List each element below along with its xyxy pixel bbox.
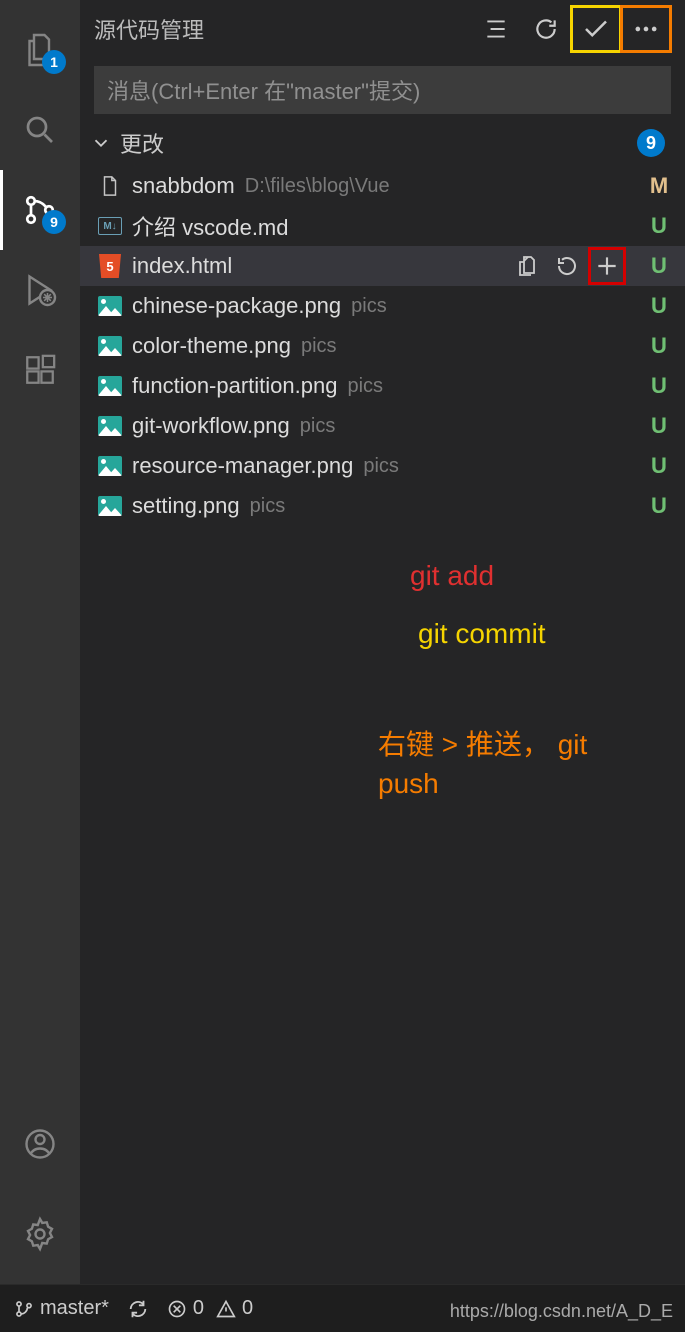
file-name: color-theme.png	[132, 333, 291, 359]
branch-name: master*	[40, 1297, 109, 1320]
file-name: snabbdom	[132, 173, 235, 199]
file-name: git-workflow.png	[132, 413, 290, 439]
activity-bar: 1 9	[0, 0, 80, 1284]
changes-label: 更改	[120, 127, 164, 159]
search-icon	[22, 112, 58, 148]
file-path: pics	[347, 375, 383, 398]
file-row[interactable]: resource-manager.png pics U	[80, 446, 685, 486]
scm-toolbar	[471, 6, 671, 52]
scm-title: 源代码管理	[94, 13, 465, 45]
file-path: pics	[351, 295, 387, 318]
branch-icon	[14, 1299, 34, 1319]
file-status: M	[647, 173, 671, 199]
file-name: resource-manager.png	[132, 453, 353, 479]
scm-panel: 源代码管理 消息(Ctrl+Enter 在"master"提交) 更改	[80, 0, 685, 1284]
changes-section-header[interactable]: 更改 9	[80, 120, 685, 166]
file-status: U	[647, 373, 671, 399]
changes-count-badge: 9	[637, 129, 665, 157]
activity-explorer[interactable]: 1	[0, 10, 80, 90]
file-name: setting.png	[132, 493, 240, 519]
file-file-icon	[98, 174, 122, 198]
error-count: 0	[193, 1297, 204, 1320]
file-status: U	[647, 213, 671, 239]
warning-icon	[216, 1299, 236, 1319]
status-branch[interactable]: master*	[14, 1297, 109, 1320]
changes-file-list: snabbdom D:\files\blog\Vue M M↓ 介绍 vscode.md…	[80, 166, 685, 526]
refresh-button[interactable]	[521, 6, 571, 52]
discard-icon	[555, 254, 579, 278]
file-path: D:\files\blog\Vue	[245, 175, 390, 198]
file-status: U	[647, 493, 671, 519]
check-icon	[581, 14, 611, 44]
file-name: chinese-package.png	[132, 293, 341, 319]
stage-changes-button[interactable]	[589, 248, 625, 284]
file-path: pics	[301, 335, 337, 358]
file-row[interactable]: setting.png pics U	[80, 486, 685, 526]
file-row[interactable]: 5 index.html U	[80, 246, 685, 286]
img-file-icon	[98, 294, 122, 318]
file-row[interactable]: color-theme.png pics U	[80, 326, 685, 366]
refresh-icon	[533, 16, 559, 42]
activity-search[interactable]	[0, 90, 80, 170]
file-status: U	[647, 333, 671, 359]
file-row[interactable]: snabbdom D:\files\blog\Vue M	[80, 166, 685, 206]
activity-settings[interactable]	[0, 1194, 80, 1274]
commit-button[interactable]	[571, 6, 621, 52]
file-row[interactable]: M↓ 介绍 vscode.md U	[80, 206, 685, 246]
scm-header: 源代码管理	[80, 0, 685, 58]
activity-debug[interactable]	[0, 250, 80, 330]
status-sync[interactable]	[127, 1298, 149, 1320]
annotation-git-add: git add	[410, 560, 494, 592]
img-file-icon	[98, 494, 122, 518]
account-icon	[22, 1126, 58, 1162]
goto-file-icon	[515, 254, 539, 278]
file-status: U	[647, 293, 671, 319]
file-row[interactable]: function-partition.png pics U	[80, 366, 685, 406]
img-file-icon	[98, 334, 122, 358]
scm-badge: 9	[42, 210, 66, 234]
md-file-icon: M↓	[98, 214, 122, 238]
warning-count: 0	[242, 1297, 253, 1320]
plus-icon	[594, 253, 620, 279]
watermark: https://blog.csdn.net/A_D_E	[450, 1301, 673, 1322]
annotation-git-push: 右键 > 推送， git push	[378, 725, 598, 803]
img-file-icon	[98, 414, 122, 438]
explorer-badge: 1	[42, 50, 66, 74]
file-status: U	[647, 453, 671, 479]
file-name: index.html	[132, 253, 232, 279]
chevron-down-icon	[90, 132, 112, 154]
sync-icon	[127, 1298, 149, 1320]
file-row[interactable]: git-workflow.png pics U	[80, 406, 685, 446]
gear-icon	[22, 1216, 58, 1252]
debug-icon	[22, 272, 58, 308]
file-status: U	[647, 413, 671, 439]
commit-message-input[interactable]: 消息(Ctrl+Enter 在"master"提交)	[94, 66, 671, 114]
activity-scm[interactable]: 9	[0, 170, 80, 250]
file-path: pics	[363, 455, 399, 478]
file-path: pics	[250, 495, 286, 518]
status-problems[interactable]: 0 0	[167, 1297, 253, 1320]
annotation-git-commit: git commit	[418, 618, 546, 650]
file-row[interactable]: chinese-package.png pics U	[80, 286, 685, 326]
open-file-button[interactable]	[509, 248, 545, 284]
img-file-icon	[98, 374, 122, 398]
view-tree-button[interactable]	[471, 6, 521, 52]
activity-accounts[interactable]	[0, 1104, 80, 1184]
extensions-icon	[23, 353, 57, 387]
file-name: function-partition.png	[132, 373, 337, 399]
error-icon	[167, 1299, 187, 1319]
file-status: U	[647, 253, 671, 279]
discard-changes-button[interactable]	[549, 248, 585, 284]
html-file-icon: 5	[98, 254, 122, 278]
more-actions-button[interactable]	[621, 6, 671, 52]
activity-extensions[interactable]	[0, 330, 80, 410]
file-name: 介绍 vscode.md	[132, 210, 289, 242]
img-file-icon	[98, 454, 122, 478]
tree-icon	[483, 16, 509, 42]
file-path: pics	[300, 415, 336, 438]
ellipsis-icon	[632, 15, 660, 43]
